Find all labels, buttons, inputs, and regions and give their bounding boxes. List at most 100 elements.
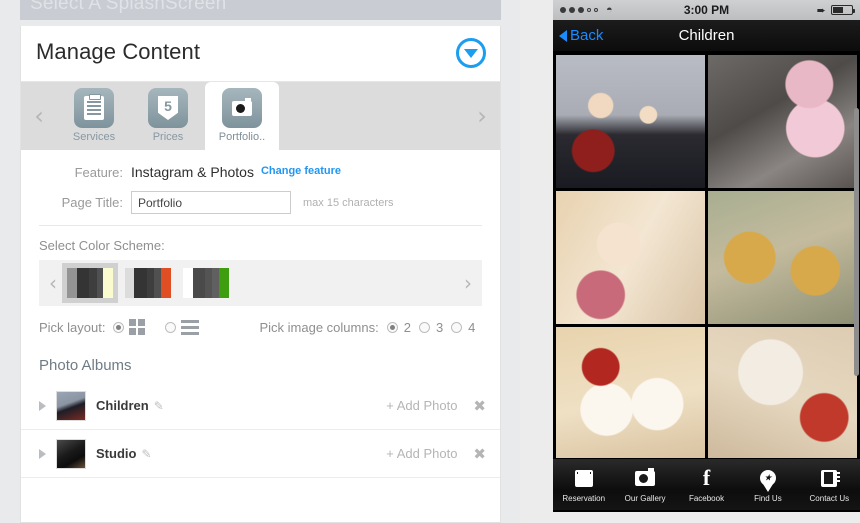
tab-find-us[interactable]: ★ Find Us — [737, 466, 798, 503]
facebook-icon: f — [703, 466, 710, 490]
tab-services[interactable]: Services — [57, 82, 131, 150]
status-right-group: ➨ — [816, 4, 855, 17]
tab-reservation-label: Reservation — [562, 494, 606, 503]
album-expand-caret[interactable] — [39, 448, 46, 459]
phone-status-bar: ◓ 3:00 PM ➨ — [553, 0, 860, 20]
color-scheme-swatches — [62, 263, 454, 303]
tab-services-label: Services — [72, 131, 116, 143]
manage-content-header: Manage Content — [21, 26, 500, 82]
battery-icon — [831, 5, 855, 15]
tab-portfolio-label: Portfolio.. — [218, 131, 266, 143]
album-name: Studio — [96, 446, 137, 461]
tab-portfolio[interactable]: Portfolio.. — [205, 82, 279, 150]
list-layout-icon[interactable] — [181, 319, 200, 335]
page-title-input[interactable] — [131, 191, 291, 214]
columns-radio-2[interactable] — [386, 321, 398, 333]
layout-list-radio[interactable] — [165, 321, 177, 333]
pick-layout-label: Pick layout: — [39, 319, 106, 335]
color-scheme-strip: ‹ › — [39, 260, 482, 306]
columns-option-4[interactable]: 4 — [468, 320, 475, 335]
splash-screen-title: Select A SplashScreen — [30, 0, 227, 14]
change-feature-link[interactable]: Change feature — [261, 165, 341, 177]
color-swatch-2[interactable] — [125, 268, 171, 298]
map-pin-icon: ★ — [759, 466, 776, 490]
add-photo-button[interactable]: + Add Photo — [386, 398, 457, 413]
tab-our-gallery-label: Our Gallery — [624, 494, 666, 503]
status-time: 3:00 PM — [683, 3, 730, 17]
left-editor-panel: Select A SplashScreen Manage Content ‹ S… — [0, 0, 520, 523]
grid-layout-icon[interactable] — [129, 319, 146, 335]
phone-screen: ◓ 3:00 PM ➨ Back Children Reservation Ou… — [553, 0, 860, 512]
album-thumbnail[interactable] — [56, 390, 86, 421]
page-title-label: Page Title: — [61, 195, 123, 210]
pencil-icon[interactable]: ✎ — [154, 399, 164, 413]
table-row: Children ✎ + Add Photo ✖ — [21, 382, 500, 430]
gallery-photo[interactable] — [556, 55, 705, 188]
gallery-photo[interactable] — [708, 191, 857, 324]
color-swatch-1[interactable] — [62, 263, 118, 303]
facebook-glyph: f — [702, 465, 711, 490]
add-photo-button[interactable]: + Add Photo — [386, 446, 457, 461]
album-thumbnail[interactable] — [56, 438, 86, 469]
tab-prices-label: Prices — [152, 131, 184, 143]
color-swatch-3[interactable] — [183, 268, 229, 298]
clipboard-icon — [74, 88, 114, 128]
scheme-prev-arrow[interactable]: ‹ — [39, 271, 67, 295]
album-name: Children — [96, 398, 149, 413]
chevron-down-glyph — [464, 48, 478, 58]
gallery-photo[interactable] — [708, 55, 857, 188]
tab-facebook-label: Facebook — [688, 494, 725, 503]
tab-strip-next-arrow[interactable]: › — [464, 82, 500, 150]
album-expand-caret[interactable] — [39, 400, 46, 411]
page-title-row: Page Title: max 15 characters — [21, 191, 500, 214]
columns-radio-4[interactable] — [451, 321, 463, 333]
feature-row: Feature: Instagram & Photos Change featu… — [21, 164, 500, 180]
location-arrow-icon: ➨ — [816, 4, 826, 17]
camera-icon — [635, 466, 656, 490]
feature-label: Feature: — [74, 164, 123, 180]
pick-columns-label: Pick image columns: — [259, 319, 379, 335]
gallery-photo[interactable] — [556, 327, 705, 458]
scheme-next-arrow[interactable]: › — [454, 271, 482, 295]
remove-album-button[interactable]: ✖ — [473, 445, 486, 463]
tab-contact-us[interactable]: Contact Us — [799, 466, 860, 503]
feature-value: Instagram & Photos — [131, 164, 254, 180]
phone-nav-title: Children — [678, 27, 735, 44]
gallery-photo[interactable] — [708, 327, 857, 458]
layout-grid-radio[interactable] — [113, 321, 125, 333]
map-pin-star-glyph: ★ — [763, 472, 772, 483]
phone-tab-bar: Reservation Our Gallery f Facebook ★ Fin… — [553, 458, 860, 510]
manage-content-card: Manage Content ‹ Services 5 Prices Portf… — [20, 26, 501, 523]
tab-reservation[interactable]: Reservation — [553, 466, 614, 503]
gallery-scrollbar[interactable] — [854, 108, 859, 376]
pencil-icon[interactable]: ✎ — [141, 447, 151, 461]
table-row: Studio ✎ + Add Photo ✖ — [21, 430, 500, 478]
feature-form: Feature: Instagram & Photos Change featu… — [21, 150, 500, 478]
layout-pick-row: Pick layout: Pick image columns: 2 3 4 — [21, 306, 500, 335]
contact-card-icon — [821, 466, 841, 490]
columns-option-3[interactable]: 3 — [436, 320, 443, 335]
camera-icon — [222, 88, 262, 128]
feature-tabs: Services 5 Prices Portfolio.. — [57, 82, 464, 150]
phone-nav-bar: Back Children — [553, 20, 860, 52]
chevron-down-circle-icon[interactable] — [456, 38, 486, 68]
gallery-photo[interactable] — [556, 191, 705, 324]
tab-our-gallery[interactable]: Our Gallery — [614, 466, 675, 503]
tab-facebook[interactable]: f Facebook — [676, 466, 737, 504]
tab-strip-prev-arrow[interactable]: ‹ — [21, 82, 57, 150]
page-title-hint: max 15 characters — [303, 196, 394, 209]
page-title: Manage Content — [36, 39, 201, 64]
remove-album-button[interactable]: ✖ — [473, 397, 486, 415]
photo-albums-heading: Photo Albums — [39, 357, 132, 374]
columns-option-2[interactable]: 2 — [404, 320, 411, 335]
calendar-icon — [574, 466, 593, 490]
splash-screen-bar[interactable]: Select A SplashScreen — [20, 0, 501, 20]
phone-preview: ◓ 3:00 PM ➨ Back Children Reservation Ou… — [551, 0, 860, 523]
app-screen: Select A SplashScreen Manage Content ‹ S… — [0, 0, 860, 523]
photo-gallery-grid — [553, 52, 860, 458]
color-scheme-label: Select Color Scheme: — [39, 238, 165, 253]
tab-prices[interactable]: 5 Prices — [131, 82, 205, 150]
feature-tab-strip: ‹ Services 5 Prices Portfolio.. › — [21, 82, 500, 150]
tab-contact-us-label: Contact Us — [809, 494, 850, 503]
columns-radio-3[interactable] — [418, 321, 430, 333]
